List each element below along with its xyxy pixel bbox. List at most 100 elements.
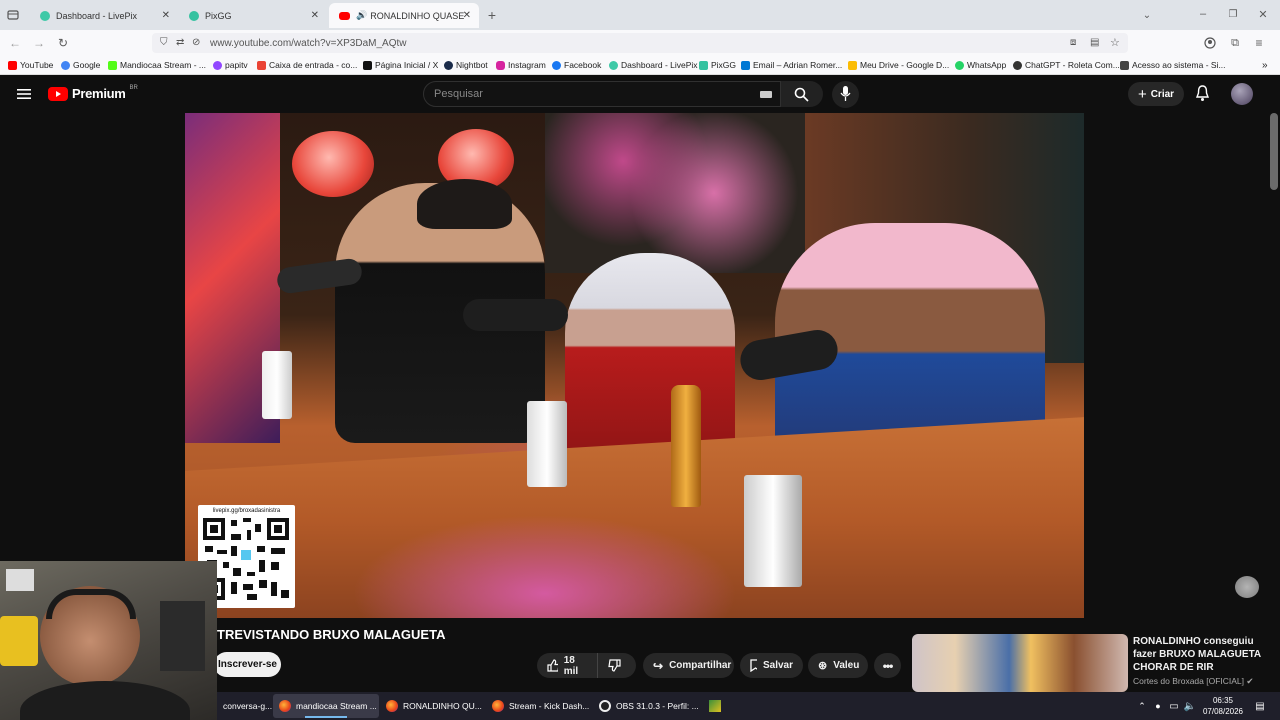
- instagram-icon: [496, 60, 505, 70]
- minimize-icon[interactable]: –: [1196, 7, 1210, 21]
- taskbar-item[interactable]: RONALDINHO QU...: [380, 694, 482, 718]
- bookmarks-bar: YouTube Google Mandiocaa Stream - ... pa…: [0, 56, 1280, 75]
- dislike-button[interactable]: [597, 653, 636, 678]
- save-button[interactable]: Salvar: [740, 653, 803, 678]
- tab-title: RONALDINHO QUASE APA: [370, 10, 466, 21]
- bookmark-label: ChatGPT - Roleta Com...: [1025, 60, 1120, 70]
- window-close-icon[interactable]: ✕: [1256, 7, 1270, 21]
- recommended-title[interactable]: RONALDINHO conseguiu fazer BRUXO MALAGUE…: [1133, 635, 1263, 674]
- bookmark-star-icon[interactable]: ☆: [1110, 36, 1120, 49]
- bookmark-google[interactable]: Google: [61, 60, 100, 70]
- chevron-down-icon[interactable]: ⌄: [1140, 8, 1154, 22]
- network-icon[interactable]: ▭: [1167, 699, 1181, 713]
- notifications-bell-icon[interactable]: [1195, 85, 1211, 103]
- host-left-hair: [417, 179, 512, 229]
- video-player[interactable]: livepix.gg/broxadasinistra: [185, 113, 1084, 618]
- bookmark-youtube[interactable]: YouTube: [8, 60, 53, 70]
- new-tab-icon[interactable]: +: [485, 7, 499, 23]
- permissions-icon[interactable]: ⇄: [176, 37, 184, 48]
- recommended-thumbnail[interactable]: [912, 634, 1128, 692]
- thanks-icon: ⊛: [818, 660, 828, 672]
- nightbot-icon: [444, 60, 453, 70]
- close-icon[interactable]: ✕: [311, 10, 319, 21]
- bookmark-kick[interactable]: Mandiocaa Stream - ...: [108, 60, 206, 70]
- taskbar-item[interactable]: OBS 31.0.3 - Perfil: ...: [593, 694, 699, 718]
- camera-off-icon[interactable]: ⊘: [192, 37, 200, 48]
- chatgpt-icon: [1013, 60, 1022, 70]
- pip-icon[interactable]: ⧈: [1070, 37, 1076, 48]
- reload-icon[interactable]: ↻: [56, 36, 70, 50]
- restore-icon[interactable]: ❐: [1226, 7, 1240, 21]
- share-button[interactable]: ↪ Compartilhar: [643, 653, 734, 678]
- bookmark-label: Google: [73, 60, 101, 70]
- url-bar[interactable]: ⛉ ⇄ ⊘ www.youtube.com/watch?v=XP3DaM_AQt…: [152, 33, 1128, 53]
- taskbar-item[interactable]: conversa-g...: [217, 694, 272, 718]
- more-icon: •••: [882, 658, 894, 673]
- page-scrollbar[interactable]: [1270, 113, 1278, 190]
- obs-icon: [599, 700, 611, 712]
- bookmark-label: PixGG: [711, 60, 737, 70]
- back-icon[interactable]: ←: [8, 36, 22, 50]
- subscribe-button[interactable]: Inscrever-se: [214, 652, 281, 677]
- like-button[interactable]: 18 mil: [537, 653, 597, 678]
- thanks-button[interactable]: ⊛ Valeu: [808, 653, 868, 678]
- bookmark-chatgpt[interactable]: ChatGPT - Roleta Com...: [1013, 60, 1120, 70]
- youtube-premium-logo[interactable]: Premium BR: [48, 84, 138, 101]
- tab-youtube-video[interactable]: 🔊 RONALDINHO QUASE APA ✕: [329, 3, 479, 28]
- bookmark-instagram[interactable]: Instagram: [496, 60, 546, 70]
- search-button[interactable]: [781, 81, 823, 107]
- headset: [46, 589, 136, 619]
- chevron-up-icon[interactable]: ⌃: [1137, 700, 1147, 712]
- microphone-icon[interactable]: ●: [1153, 699, 1163, 713]
- shield-icon[interactable]: ⛉: [160, 37, 168, 48]
- taskbar-label: OBS 31.0.3 - Perfil: ...: [616, 701, 699, 711]
- avatar[interactable]: [1231, 83, 1253, 105]
- cup: [262, 351, 292, 419]
- bookmark-livepix[interactable]: Dashboard - LivePix: [609, 60, 698, 70]
- menu-icon[interactable]: ≡: [1252, 36, 1266, 50]
- bookmark-papitv[interactable]: papitv: [213, 60, 248, 70]
- app-icon: [709, 700, 721, 712]
- bookmark-nightbot[interactable]: Nightbot: [444, 60, 488, 70]
- notification-center-icon[interactable]: ▤: [1253, 699, 1267, 713]
- bookmark-facebook[interactable]: Facebook: [552, 60, 601, 70]
- bookmark-x[interactable]: Página Inicial / X: [363, 60, 438, 70]
- bookmark-gmail[interactable]: Caixa de entrada - co...: [257, 60, 357, 70]
- voice-search-button[interactable]: [832, 81, 859, 108]
- extensions-icon[interactable]: ⧉: [1228, 36, 1242, 50]
- bookmark-drive[interactable]: Meu Drive - Google D...: [848, 60, 949, 70]
- region-code: BR: [129, 84, 138, 91]
- bookmark-outlook[interactable]: Email – Adrian Romer...: [741, 60, 842, 70]
- account-icon[interactable]: [1203, 36, 1217, 50]
- more-bookmarks-icon[interactable]: »: [1262, 60, 1268, 71]
- hamburger-menu-icon[interactable]: [16, 86, 32, 102]
- speaker-icon[interactable]: 🔊: [356, 10, 367, 21]
- tab-overview-icon[interactable]: [6, 8, 20, 22]
- keyboard-icon[interactable]: [760, 91, 772, 98]
- tab-livepix[interactable]: Dashboard - LivePix ✕: [30, 3, 178, 28]
- search-icon: [794, 87, 809, 102]
- youtube-icon: [8, 60, 17, 70]
- taskbar-item[interactable]: [703, 694, 729, 718]
- close-icon[interactable]: ✕: [162, 10, 170, 21]
- more-actions-button[interactable]: •••: [874, 653, 901, 678]
- volume-icon[interactable]: 🔈: [1183, 699, 1197, 713]
- clock[interactable]: 06:35 07/08/2026: [1199, 695, 1247, 717]
- reader-icon[interactable]: ▤: [1090, 37, 1099, 48]
- forward-icon[interactable]: →: [32, 36, 46, 50]
- taskbar-item[interactable]: Stream - Kick Dash...: [486, 694, 589, 718]
- firefox-icon: [492, 700, 504, 712]
- taskbar-item[interactable]: mandiocaa Stream ...: [273, 694, 379, 718]
- bookmark-whatsapp[interactable]: WhatsApp: [955, 60, 1006, 70]
- bookmark-sistema[interactable]: Acesso ao sistema - Si...: [1120, 60, 1226, 70]
- channel-watermark-icon[interactable]: [1235, 576, 1259, 598]
- create-button[interactable]: + Criar: [1128, 82, 1184, 106]
- bookmark-pixgg[interactable]: PixGG: [699, 60, 736, 70]
- close-icon[interactable]: ✕: [463, 10, 471, 21]
- cup: [527, 401, 567, 487]
- kick-icon: [108, 60, 117, 70]
- tab-pixgg[interactable]: PixGG ✕: [179, 3, 327, 28]
- search-input[interactable]: Pesquisar: [423, 81, 781, 107]
- bookmark-label: Dashboard - LivePix: [621, 60, 698, 70]
- recommended-channel[interactable]: Cortes do Broxada [OFICIAL] ✔: [1133, 676, 1254, 687]
